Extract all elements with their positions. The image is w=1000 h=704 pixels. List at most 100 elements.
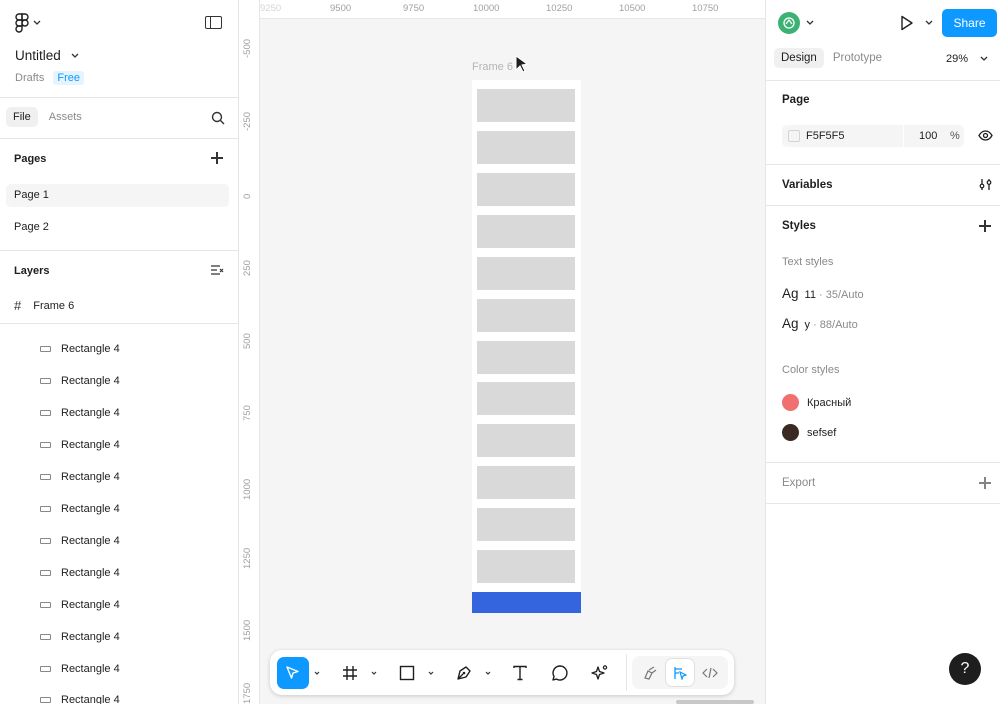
avatar[interactable] <box>778 12 800 34</box>
main-menu-button[interactable] <box>14 13 41 33</box>
text-style-item[interactable]: Ag y · 88/Auto <box>782 316 858 331</box>
page-background-field[interactable]: F5F5F5 100 % <box>782 125 964 147</box>
canvas-rectangle[interactable] <box>477 131 575 164</box>
tab-design[interactable]: Design <box>774 48 824 68</box>
color-style-item[interactable]: sefsef <box>782 424 836 441</box>
rectangle-icon <box>40 634 51 640</box>
ruler-tick: 10500 <box>619 3 646 14</box>
search-icon[interactable] <box>211 111 225 125</box>
sidebar-toggle-icon[interactable] <box>205 16 222 29</box>
canvas-rectangle[interactable] <box>477 508 575 541</box>
text-tool-button[interactable] <box>504 657 536 689</box>
pages-header: Pages <box>14 153 47 165</box>
text-style-meta: · 88/Auto <box>810 319 858 331</box>
drafts-link[interactable]: Drafts <box>15 72 44 84</box>
page-color-value[interactable]: F5F5F5 <box>806 130 845 142</box>
code-icon <box>702 667 718 678</box>
chevron-down-icon[interactable] <box>428 670 434 676</box>
layer-frame-6[interactable]: # Frame 6 <box>14 298 74 313</box>
layer-item[interactable]: Rectangle 4 <box>40 663 120 675</box>
ruler-tick: 0 <box>242 193 253 199</box>
rectangle-icon <box>40 506 51 512</box>
add-export-icon[interactable] <box>979 477 991 489</box>
text-style-name: 11 <box>804 289 816 301</box>
file-title[interactable]: Untitled <box>15 48 79 63</box>
canvas-rectangle[interactable] <box>477 550 575 583</box>
help-button[interactable]: ? <box>949 653 981 685</box>
page-opacity-value[interactable]: 100 <box>919 130 937 142</box>
text-styles-header: Text styles <box>782 256 834 268</box>
canvas-rectangle[interactable] <box>477 424 575 457</box>
export-section-header[interactable]: Export <box>782 477 815 489</box>
dev-mode-button[interactable] <box>696 659 724 686</box>
horizontal-scrollbar[interactable] <box>676 700 754 704</box>
color-style-item[interactable]: Красный <box>782 394 851 411</box>
chevron-down-icon[interactable] <box>314 670 320 676</box>
text-style-sample: Ag <box>782 316 799 331</box>
text-style-item[interactable]: Ag 11 · 35/Auto <box>782 286 864 301</box>
chevron-down-icon[interactable] <box>371 670 377 676</box>
add-style-icon[interactable] <box>979 220 991 232</box>
canvas-rectangle[interactable] <box>477 341 575 374</box>
layer-label: Rectangle 4 <box>61 535 120 547</box>
frame-label[interactable]: Frame 6 <box>472 61 513 73</box>
design-mode-button[interactable] <box>666 659 694 686</box>
layer-item[interactable]: Rectangle 4 <box>40 599 120 611</box>
collapse-layers-icon[interactable] <box>211 265 224 276</box>
frame-6[interactable] <box>472 80 581 612</box>
layer-item[interactable]: Rectangle 4 <box>40 503 120 515</box>
actions-tool-button[interactable] <box>584 657 616 689</box>
share-button[interactable]: Share <box>942 9 997 37</box>
canvas-rectangle[interactable] <box>477 215 575 248</box>
layer-item[interactable]: Rectangle 4 <box>40 439 120 451</box>
canvas-rectangle[interactable] <box>477 299 575 332</box>
eye-icon[interactable] <box>978 130 993 141</box>
chevron-down-icon[interactable] <box>925 20 933 26</box>
layer-item[interactable]: Rectangle 4 <box>40 631 120 643</box>
comment-tool-button[interactable] <box>544 657 576 689</box>
frame-tool-button[interactable] <box>334 657 366 689</box>
frame-tool-icon <box>343 666 357 680</box>
divider <box>766 503 1000 504</box>
layer-label: Rectangle 4 <box>61 471 120 483</box>
add-page-icon[interactable] <box>211 152 223 164</box>
variables-settings-icon[interactable] <box>979 178 992 191</box>
plan-badge[interactable]: Free <box>53 71 84 85</box>
chevron-down-icon[interactable] <box>485 670 491 676</box>
draw-mode-button[interactable] <box>636 659 664 686</box>
tab-file[interactable]: File <box>6 107 38 127</box>
layer-item[interactable]: Rectangle 4 <box>40 375 120 387</box>
canvas[interactable]: 9250 9500 9750 10000 10250 10500 10750 -… <box>239 0 765 704</box>
layer-item[interactable]: Rectangle 4 <box>40 567 120 579</box>
color-style-name: Красный <box>807 396 852 409</box>
layer-item[interactable]: Rectangle 4 <box>40 694 120 704</box>
canvas-rectangle[interactable] <box>477 466 575 499</box>
layers-header: Layers <box>14 265 50 277</box>
rectangle-icon <box>40 538 51 544</box>
tab-assets[interactable]: Assets <box>42 107 89 127</box>
rectangle-icon <box>40 346 51 352</box>
canvas-rectangle[interactable] <box>477 382 575 415</box>
layer-item[interactable]: Rectangle 4 <box>40 343 120 355</box>
zoom-value: 29% <box>946 53 969 65</box>
file-location: Drafts Free <box>15 71 84 85</box>
play-icon[interactable] <box>900 15 914 31</box>
tab-prototype[interactable]: Prototype <box>826 48 889 68</box>
zoom-control[interactable]: 29% <box>946 53 988 65</box>
color-swatch[interactable] <box>788 130 800 142</box>
page-item-1[interactable]: Page 1 <box>6 184 229 207</box>
bottom-toolbar <box>270 650 734 695</box>
canvas-rectangle[interactable] <box>477 89 575 122</box>
comment-tool-icon <box>552 665 568 681</box>
move-tool-button[interactable] <box>277 657 309 689</box>
chevron-down-icon[interactable] <box>806 20 814 26</box>
layer-item[interactable]: Rectangle 4 <box>40 535 120 547</box>
layer-item[interactable]: Rectangle 4 <box>40 407 120 419</box>
page-item-2[interactable]: Page 2 <box>6 216 229 239</box>
pen-tool-button[interactable] <box>448 657 480 689</box>
blue-bar[interactable] <box>472 592 581 613</box>
shape-tool-button[interactable] <box>391 657 423 689</box>
canvas-rectangle[interactable] <box>477 173 575 206</box>
layer-item[interactable]: Rectangle 4 <box>40 471 120 483</box>
canvas-rectangle[interactable] <box>477 257 575 290</box>
